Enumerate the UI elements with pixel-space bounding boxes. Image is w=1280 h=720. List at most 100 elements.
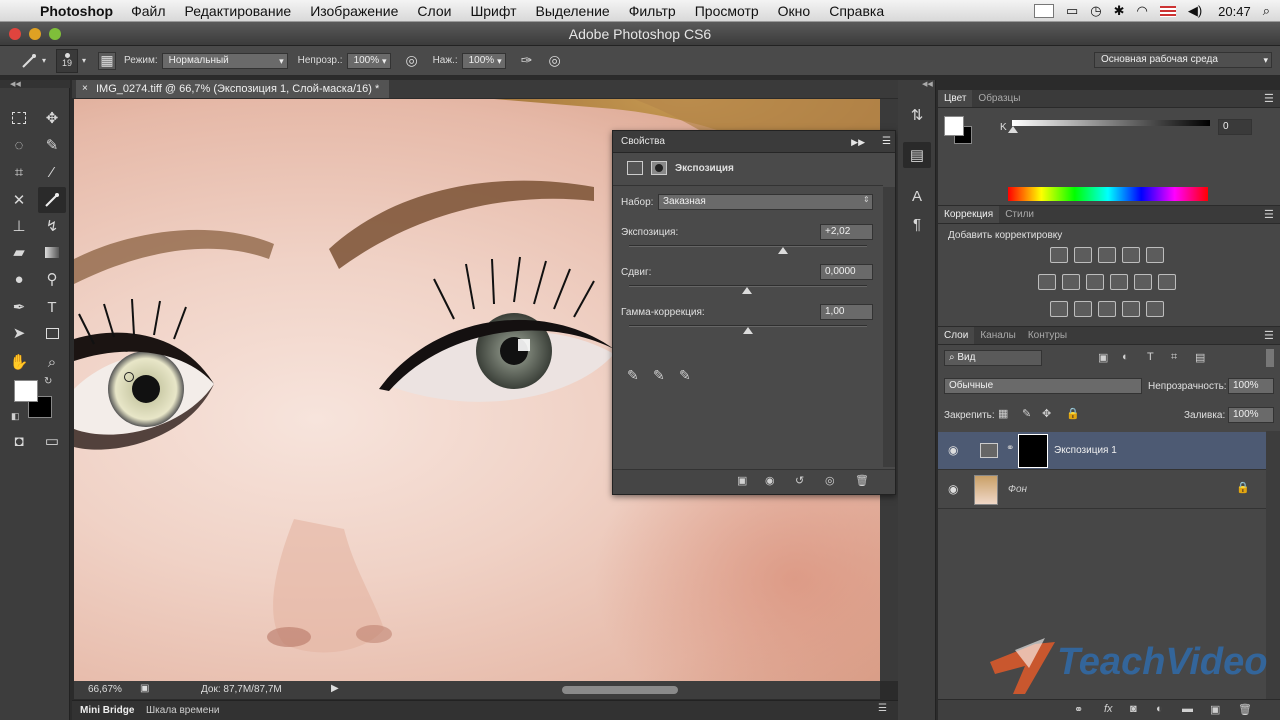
gamma-slider-thumb[interactable]: [743, 327, 753, 334]
link-layers-icon[interactable]: ⚭: [1074, 703, 1083, 716]
brush-tool-icon[interactable]: [38, 187, 66, 213]
layers-scrollbar[interactable]: [1266, 431, 1280, 699]
menu-file[interactable]: Файл: [131, 3, 165, 19]
exposure-slider-track[interactable]: [629, 245, 867, 247]
marquee-tool-icon[interactable]: [5, 105, 33, 131]
black-white-icon[interactable]: [1086, 274, 1104, 290]
view-previous-state-icon[interactable]: ◉: [765, 474, 775, 487]
clip-to-layer-icon[interactable]: ▣: [737, 474, 747, 487]
layer-mask-thumbnail[interactable]: [1018, 434, 1048, 468]
add-mask-icon[interactable]: ◙: [1130, 703, 1137, 715]
tab-layers[interactable]: Слои: [938, 327, 975, 344]
preset-select[interactable]: Заказная: [658, 194, 873, 210]
eyedropper-gray-icon[interactable]: ✎: [653, 367, 665, 384]
trash-icon[interactable]: 🗑: [1238, 703, 1252, 716]
color-balance-icon[interactable]: [1062, 274, 1080, 290]
hue-saturation-icon[interactable]: [1038, 274, 1056, 290]
lock-position-icon[interactable]: ✥: [1042, 407, 1051, 420]
default-colors-icon[interactable]: ◧: [11, 411, 20, 422]
lock-all-icon[interactable]: 🔒: [1066, 407, 1080, 420]
foreground-color-swatch[interactable]: [14, 380, 38, 402]
type-tool-icon[interactable]: T: [38, 294, 66, 320]
pen-tool-icon[interactable]: ✒: [5, 294, 33, 320]
rectangle-tool-icon[interactable]: [38, 320, 66, 346]
tab-mini-bridge[interactable]: Mini Bridge: [80, 705, 134, 716]
menu-help[interactable]: Справка: [829, 3, 884, 19]
tab-adjustments[interactable]: Коррекция: [938, 206, 1000, 223]
reset-icon[interactable]: ↺: [795, 474, 804, 487]
airbrush-icon[interactable]: ✑: [516, 50, 538, 72]
visibility-eye-icon[interactable]: ◉: [948, 443, 958, 457]
menu-layer[interactable]: Слои: [417, 3, 451, 19]
screen-mode-icon[interactable]: ▭: [38, 428, 66, 454]
visibility-icon[interactable]: ◎: [825, 474, 835, 487]
bluetooth-icon[interactable]: ✱: [1114, 3, 1125, 19]
new-group-icon[interactable]: ▬: [1182, 703, 1193, 715]
threshold-icon[interactable]: [1098, 301, 1116, 317]
brush-size-picker[interactable]: 19: [56, 48, 79, 73]
filter-type-icon[interactable]: T: [1147, 351, 1154, 363]
channel-value-field[interactable]: 0: [1218, 119, 1252, 135]
swap-colors-icon[interactable]: ↻: [44, 376, 52, 387]
vibrance-icon[interactable]: [1146, 247, 1164, 263]
gradient-tool-icon[interactable]: [38, 239, 66, 265]
collapse-toolbar-icon[interactable]: ◀◀: [10, 80, 21, 88]
tablet-pressure-opacity-icon[interactable]: ◎: [401, 50, 423, 72]
crop-tool-icon[interactable]: ⌗: [5, 159, 33, 185]
menu-app-name[interactable]: Photoshop: [40, 3, 113, 19]
zoom-window-button[interactable]: [49, 28, 61, 40]
flow-field[interactable]: 100%: [461, 52, 506, 69]
time-machine-icon[interactable]: ◷: [1090, 3, 1101, 19]
panel-menu-icon[interactable]: ☰: [1264, 92, 1274, 105]
menu-view[interactable]: Просмотр: [695, 3, 759, 19]
flag-icon[interactable]: [1159, 5, 1176, 17]
tab-styles[interactable]: Стили: [999, 206, 1040, 223]
exposure-icon[interactable]: [1122, 247, 1140, 263]
history-brush-tool-icon[interactable]: ↯: [38, 213, 66, 239]
close-window-button[interactable]: [9, 28, 21, 40]
channel-slider[interactable]: [1012, 120, 1210, 126]
menu-window[interactable]: Окно: [778, 3, 811, 19]
tab-color[interactable]: Цвет: [938, 90, 973, 107]
clone-stamp-tool-icon[interactable]: ⊥: [5, 213, 33, 239]
channel-mixer-icon[interactable]: [1134, 274, 1152, 290]
color-spectrum-ramp[interactable]: [1008, 187, 1208, 201]
history-panel-icon[interactable]: ⇅: [903, 102, 931, 128]
menu-image[interactable]: Изображение: [310, 3, 398, 19]
menu-edit[interactable]: Редактирование: [185, 3, 292, 19]
zoom-tool-icon[interactable]: ⌕: [38, 349, 66, 375]
tab-swatches[interactable]: Образцы: [972, 90, 1026, 107]
path-selection-tool-icon[interactable]: ➤: [5, 320, 33, 346]
filter-shape-icon[interactable]: ⌗: [1171, 351, 1177, 364]
filter-toggle[interactable]: [1266, 349, 1274, 367]
hand-tool-icon[interactable]: ✋: [5, 349, 33, 375]
blend-mode-select[interactable]: Обычные: [944, 378, 1142, 394]
gradient-map-icon[interactable]: [1146, 301, 1164, 317]
tab-paths[interactable]: Контуры: [1022, 327, 1073, 344]
trash-icon[interactable]: 🗑: [855, 474, 869, 487]
new-layer-icon[interactable]: ▣: [1210, 703, 1220, 716]
selective-color-icon[interactable]: [1122, 301, 1140, 317]
eraser-tool-icon[interactable]: ▰: [5, 239, 33, 265]
mode-select[interactable]: Нормальный: [161, 52, 288, 69]
document-tab[interactable]: × IMG_0274.tiff @ 66,7% (Экспозиция 1, С…: [76, 80, 390, 98]
move-tool-icon[interactable]: ✥: [38, 105, 66, 131]
opacity-field[interactable]: 100%: [346, 52, 391, 69]
color-lookup-icon[interactable]: [1158, 274, 1176, 290]
volume-icon[interactable]: ◀): [1188, 3, 1202, 19]
quick-selection-tool-icon[interactable]: ✎: [38, 132, 66, 158]
offset-field[interactable]: 0,0000: [820, 264, 873, 280]
menu-type[interactable]: Шрифт: [470, 3, 516, 19]
character-panel-icon[interactable]: A: [903, 183, 931, 209]
layer-style-icon[interactable]: fx: [1104, 703, 1113, 715]
blur-tool-icon[interactable]: ●: [5, 266, 33, 292]
tablet-pressure-size-icon[interactable]: ◎: [544, 50, 566, 72]
monitor-icon[interactable]: ▭: [1066, 3, 1078, 19]
exposure-field[interactable]: +2,02: [820, 224, 873, 240]
spotlight-icon[interactable]: ⌕: [1263, 3, 1270, 19]
paragraph-panel-icon[interactable]: ¶: [903, 211, 931, 237]
visibility-eye-icon[interactable]: ◉: [948, 482, 958, 496]
brush-panel-icon[interactable]: ▦: [98, 51, 117, 70]
layer-filter-select[interactable]: ⌕ Вид: [944, 350, 1042, 366]
eyedropper-tool-icon[interactable]: ⁄: [38, 159, 66, 185]
